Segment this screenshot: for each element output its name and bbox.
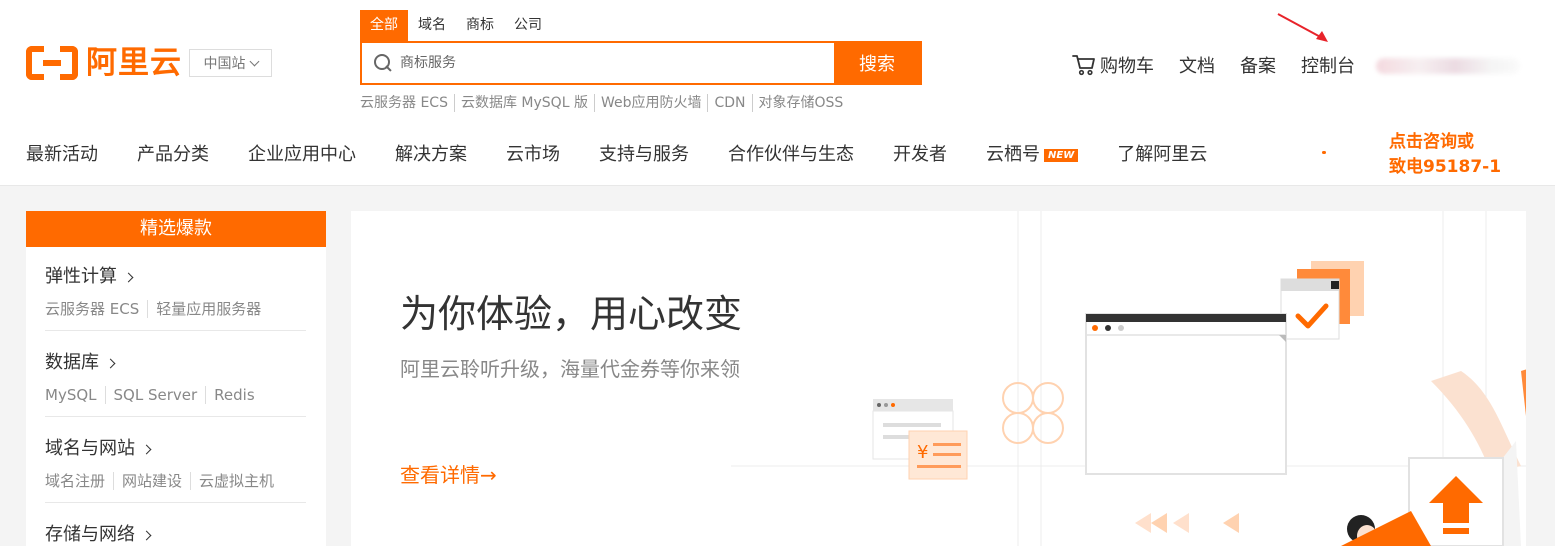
category-links: 域名注册 网站建设 云虚拟主机 [45,472,306,490]
category-domain-website: 域名与网站 域名注册 网站建设 云虚拟主机 [45,437,306,503]
hot-link-cdn[interactable]: CDN [707,94,751,112]
main-nav: 最新活动 产品分类 企业应用中心 解决方案 云市场 支持与服务 合作伙伴与生态 … [26,143,1207,167]
nav-yunqi-label: 云栖号 [986,144,1040,165]
hot-search-links: 云服务器 ECS 云数据库 MySQL 版 Web应用防火墙 CDN 对象存储O… [360,94,849,112]
nav-latest-activities[interactable]: 最新活动 [26,143,98,167]
chevron-down-icon [249,56,259,66]
category-storage-network: 存储与网络 [45,523,306,546]
category-database: 数据库 MySQL SQL Server Redis [45,351,306,417]
nav-products[interactable]: 产品分类 [137,143,209,167]
aliyun-logo[interactable]: 阿里云 [26,46,182,80]
console-link[interactable]: 控制台 [1301,52,1355,78]
search-tab-all[interactable]: 全部 [360,10,408,41]
chevron-right-icon [141,530,152,540]
cart-link[interactable]: 购物车 [1072,52,1154,78]
search-field [362,43,834,83]
search-tab-trademark[interactable]: 商标 [456,10,504,41]
search-icon [374,54,392,72]
new-badge: NEW [1044,148,1079,162]
nav-yunqi[interactable]: 云栖号 NEW [986,143,1079,167]
logo-text: 阿里云 [86,45,182,81]
docs-link[interactable]: 文档 [1179,52,1215,78]
category-link[interactable]: MySQL [45,386,105,404]
hot-link-waf[interactable]: Web应用防火墙 [593,94,708,112]
chevron-right-icon [105,358,116,368]
search-tab-company[interactable]: 公司 [504,10,552,41]
nav-solutions[interactable]: 解决方案 [395,143,467,167]
search-button[interactable]: 搜索 [834,43,920,83]
banner-title: 为你体验，用心改变 [400,292,743,336]
annotation-arrow-icon [1277,13,1328,42]
category-link[interactable]: Redis [205,386,262,404]
category-compute: 弹性计算 云服务器 ECS 轻量应用服务器 [45,265,306,331]
category-title[interactable]: 数据库 [45,351,306,375]
nav-partners[interactable]: 合作伙伴与生态 [728,143,854,167]
hot-link-oss[interactable]: 对象存储OSS [751,94,850,112]
category-links: 云服务器 ECS 轻量应用服务器 [45,300,306,318]
chevron-right-icon [141,444,152,454]
filing-link[interactable]: 备案 [1240,52,1276,78]
search-box: 搜索 [360,41,922,85]
banner-illustration: ¥ [731,211,1526,546]
sidebar-title: 精选爆款 [26,211,326,247]
search-tabs: 全部 域名 商标 公司 [360,10,552,41]
category-title[interactable]: 弹性计算 [45,265,306,289]
featured-sidebar: 精选爆款 弹性计算 云服务器 ECS 轻量应用服务器 数据库 MySQL SQL… [26,211,326,546]
logo-icon [26,46,78,80]
cart-icon [1072,55,1095,76]
category-link[interactable]: 域名注册 [45,472,113,490]
nav-developers[interactable]: 开发者 [893,143,947,167]
region-selector[interactable]: 中国站 [189,49,272,77]
banner-details-link[interactable]: 查看详情→ [400,462,497,488]
nav-support[interactable]: 支持与服务 [599,143,689,167]
category-links: MySQL SQL Server Redis [45,386,306,404]
category-link[interactable]: 云虚拟主机 [190,472,282,490]
top-nav: 购物车 文档 备案 控制台 [1072,52,1355,78]
search-tab-domain[interactable]: 域名 [408,10,456,41]
category-link[interactable]: SQL Server [104,386,206,404]
category-link[interactable]: 网站建设 [113,472,190,490]
cart-label: 购物车 [1100,56,1154,77]
category-link[interactable]: 轻量应用服务器 [147,300,269,318]
consult-line2: 致电95187-1 [1389,157,1502,177]
divider [45,502,306,503]
hot-link-ecs[interactable]: 云服务器 ECS [360,94,454,112]
nav-about[interactable]: 了解阿里云 [1117,143,1207,167]
category-title[interactable]: 域名与网站 [45,437,306,461]
region-label: 中国站 [203,56,246,72]
nav-marketplace[interactable]: 云市场 [506,143,560,167]
category-title[interactable]: 存储与网络 [45,523,306,546]
site-header: 阿里云 中国站 全部 域名 商标 公司 搜索 云服务器 ECS 云数据库 MyS… [0,0,1555,186]
annotation-dot [1322,151,1326,154]
yuan-icon: ¥ [917,442,928,463]
consult-line1: 点击咨询或 [1389,132,1474,152]
search-input[interactable] [400,55,800,71]
banner-subtitle: 阿里云聆听升级，海量代金券等你来领 [400,357,740,381]
nav-enterprise-apps[interactable]: 企业应用中心 [248,143,356,167]
hero-banner[interactable]: 为你体验，用心改变 阿里云聆听升级，海量代金券等你来领 查看详情→ ¥ [351,211,1526,546]
category-link[interactable]: 云服务器 ECS [45,300,147,318]
divider [45,416,306,417]
chevron-right-icon [123,272,134,282]
hot-link-mysql[interactable]: 云数据库 MySQL 版 [453,94,594,112]
consult-hotline[interactable]: 点击咨询或 致电95187-1 [1389,130,1501,180]
user-account-blurred[interactable] [1376,58,1520,74]
divider [45,330,306,331]
